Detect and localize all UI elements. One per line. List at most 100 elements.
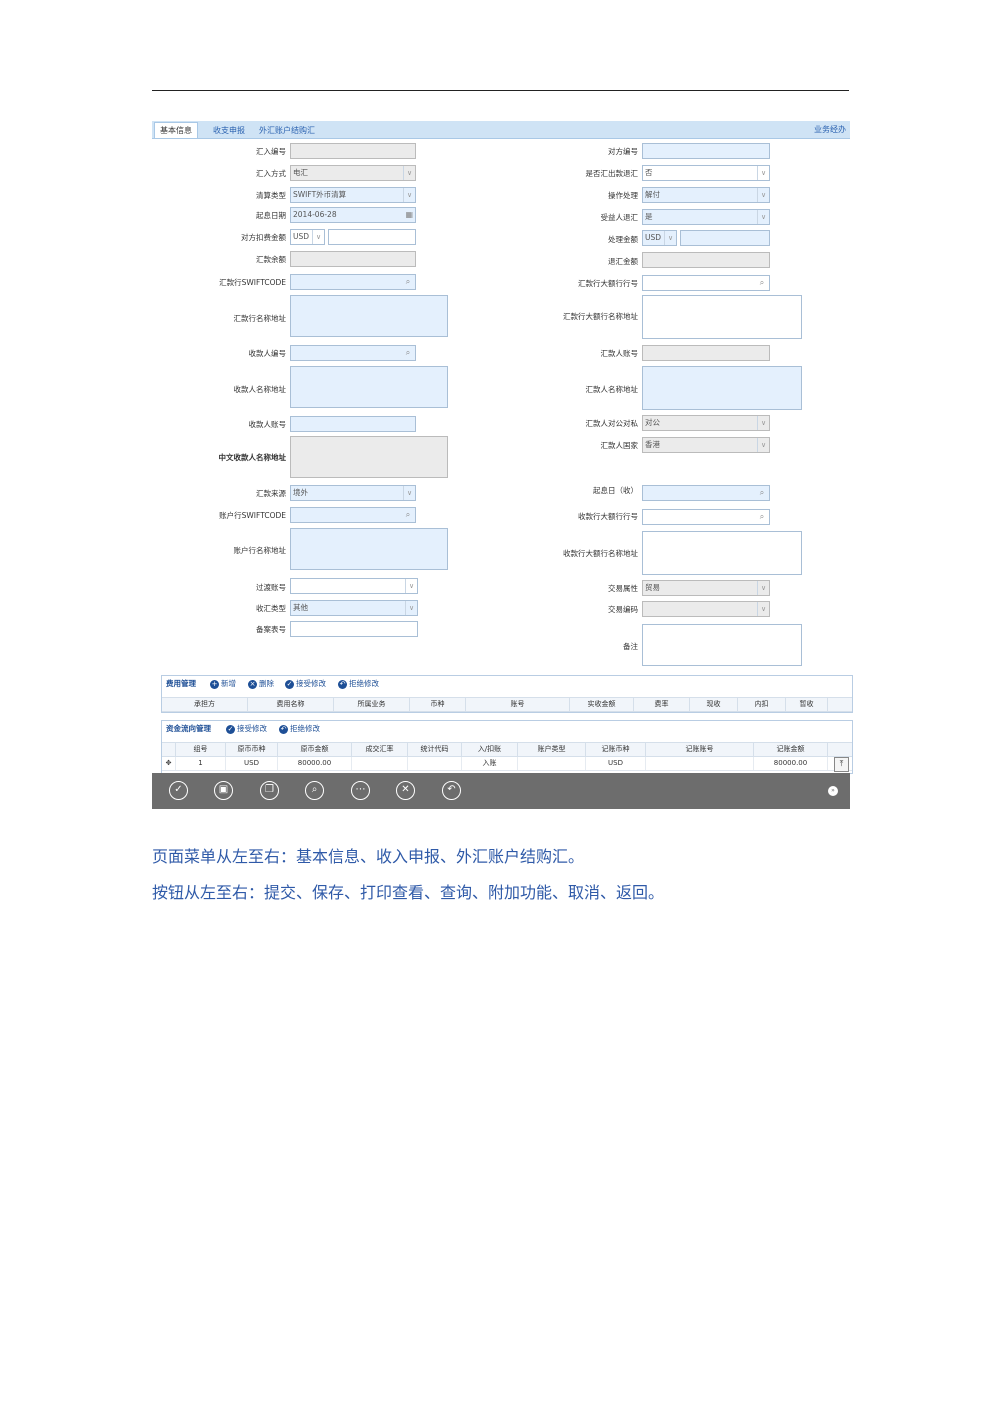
- chevron-down-icon: ∨: [664, 231, 676, 245]
- extra-functions-button[interactable]: ⋯: [351, 781, 370, 800]
- print-view-button[interactable]: ❐: [260, 781, 279, 800]
- tab-basic-info[interactable]: 基本信息: [154, 122, 198, 138]
- search-icon[interactable]: ⌕: [757, 486, 767, 500]
- remit-balance-field[interactable]: [290, 251, 416, 267]
- col-header: 原币币种: [226, 743, 278, 756]
- label-trade-attr: 交易属性: [608, 584, 638, 593]
- remit-bank-addr-field[interactable]: [290, 295, 448, 337]
- cell-book-amount: 80000.00: [754, 757, 828, 770]
- fee-table-header: 承担方 费用名称 所属业务 币种 账号 实收金额 费率 现收 内扣 暂收: [162, 697, 852, 712]
- search-icon[interactable]: ⌕: [403, 346, 413, 360]
- remit-swift-field[interactable]: ⌕: [290, 274, 416, 290]
- remit-cnaps-addr-field[interactable]: [642, 295, 802, 339]
- tab-bar: 基本信息 收支申报 外汇账户结购汇 业务经办: [152, 121, 850, 139]
- col-header: 组号: [176, 743, 226, 756]
- operation-select[interactable]: 解付 ∨: [642, 187, 770, 203]
- col-header: 内扣: [738, 698, 786, 711]
- process-currency[interactable]: USD ∨: [642, 230, 677, 246]
- chevron-down-icon: ∨: [757, 210, 769, 224]
- fee-delete-button[interactable]: × 删除: [248, 676, 274, 692]
- col-header: 暂收: [786, 698, 828, 711]
- label-remitter-addr: 汇款人名称地址: [585, 385, 639, 394]
- label-remarks: 备注: [623, 642, 638, 651]
- search-icon[interactable]: ⌕: [403, 275, 413, 289]
- collapse-icon[interactable]: »: [828, 786, 838, 796]
- scroll-top-icon[interactable]: ⤒: [834, 757, 849, 772]
- is-return-select[interactable]: 否 ∨: [642, 165, 770, 181]
- fee-deduct-currency[interactable]: USD ∨: [290, 229, 325, 245]
- back-button[interactable]: ↶: [442, 781, 461, 800]
- label-beneficiary-return: 受益人退汇: [600, 213, 639, 222]
- fund-reject-button[interactable]: ↶ 拒绝修改: [279, 721, 320, 737]
- tab-fx-account[interactable]: 外汇账户结购汇: [254, 123, 320, 138]
- cn-payee-addr-field[interactable]: [290, 436, 448, 478]
- fee-reject-button[interactable]: ↶ 拒绝修改: [338, 676, 379, 692]
- col-header: 记账币种: [586, 743, 646, 756]
- fee-deduct-amount[interactable]: [328, 229, 416, 245]
- acct-bank-addr-field[interactable]: [290, 528, 448, 570]
- process-amount-field[interactable]: [680, 230, 770, 246]
- col-header: 实收金额: [570, 698, 634, 711]
- payee-no-field[interactable]: ⌕: [290, 345, 416, 361]
- chevron-down-icon: ∨: [403, 166, 415, 180]
- search-icon[interactable]: ⌕: [757, 510, 767, 524]
- payee-addr-field[interactable]: [290, 366, 448, 408]
- remitter-addr-field[interactable]: [642, 366, 802, 410]
- search-icon[interactable]: ⌕: [757, 276, 767, 290]
- cell-book-account: [646, 757, 754, 770]
- query-button[interactable]: ⌕: [305, 781, 324, 800]
- cell-stat-code: [408, 757, 462, 770]
- label-fee-deduct: 对方扣费金额: [241, 233, 286, 242]
- acct-swift-field[interactable]: ⌕: [290, 507, 416, 523]
- recv-cnaps-addr-field[interactable]: [642, 531, 802, 575]
- label-value-date-recv: 起息日（收）: [593, 486, 638, 495]
- label-payee-addr: 收款人名称地址: [233, 385, 287, 394]
- return-amount-field[interactable]: [642, 252, 770, 268]
- remarks-field[interactable]: [642, 624, 802, 666]
- back-arrow-icon: ↶: [447, 784, 456, 795]
- remitter-country-select[interactable]: 香港 ∨: [642, 437, 770, 453]
- remit-no-field[interactable]: [290, 143, 416, 159]
- label-acct-bank-addr: 账户行名称地址: [233, 546, 287, 555]
- record-no-field[interactable]: [290, 621, 418, 637]
- check-icon: ✓: [174, 784, 183, 795]
- label-remit-source: 汇款来源: [256, 489, 286, 498]
- recv-cnaps-field[interactable]: ⌕: [642, 509, 770, 525]
- label-trade-code: 交易编码: [608, 605, 638, 614]
- clear-type-select[interactable]: SWIFT外币清算 ∨: [290, 187, 416, 203]
- col-header: 原币金额: [278, 743, 352, 756]
- save-icon: ▣: [218, 784, 229, 795]
- transit-account-select[interactable]: ∨: [290, 578, 418, 594]
- counter-no-field[interactable]: [642, 143, 770, 159]
- trade-code-select[interactable]: ∨: [642, 601, 770, 617]
- remitter-type-select[interactable]: 对公 ∨: [642, 415, 770, 431]
- undo-icon: ↶: [338, 679, 347, 689]
- label-remitter-country: 汇款人国家: [600, 441, 639, 450]
- row-move-icon[interactable]: ✥: [162, 757, 176, 770]
- cell-amount: 80000.00: [278, 757, 352, 770]
- remit-cnaps-field[interactable]: ⌕: [642, 275, 770, 291]
- search-icon[interactable]: ⌕: [403, 508, 413, 522]
- remit-method-select[interactable]: 电汇 ∨: [290, 165, 416, 181]
- remitter-account-field[interactable]: [642, 345, 770, 361]
- beneficiary-return-select[interactable]: 是 ∨: [642, 209, 770, 225]
- business-handler-link[interactable]: 业务经办: [814, 123, 846, 136]
- calendar-icon[interactable]: ▦: [405, 208, 413, 222]
- submit-button[interactable]: ✓: [169, 781, 188, 800]
- col-header: 所属业务: [334, 698, 410, 711]
- value-date-field[interactable]: 2014-06-28 ▦: [290, 207, 416, 223]
- fund-accept-button[interactable]: ✓ 接受修改: [226, 721, 267, 737]
- table-row[interactable]: ✥ 1 USD 80000.00 入账 USD 80000.00 ⤒: [162, 757, 852, 772]
- col-header: 记账账号: [646, 743, 754, 756]
- fee-add-button[interactable]: + 新增: [210, 676, 236, 692]
- receipt-type-select[interactable]: 其他 ∨: [290, 600, 418, 616]
- save-button[interactable]: ▣: [214, 781, 233, 800]
- cancel-button[interactable]: ✕: [396, 781, 415, 800]
- tab-income-declare[interactable]: 收支申报: [208, 123, 250, 138]
- remit-source-select[interactable]: 境外 ∨: [290, 485, 416, 501]
- fee-accept-button[interactable]: ✓ 接受修改: [285, 676, 326, 692]
- trade-attr-select[interactable]: 贸易 ∨: [642, 580, 770, 596]
- value-date-recv-field[interactable]: ⌕: [642, 485, 770, 501]
- payee-account-field[interactable]: [290, 416, 416, 432]
- col-header: 成交汇率: [352, 743, 408, 756]
